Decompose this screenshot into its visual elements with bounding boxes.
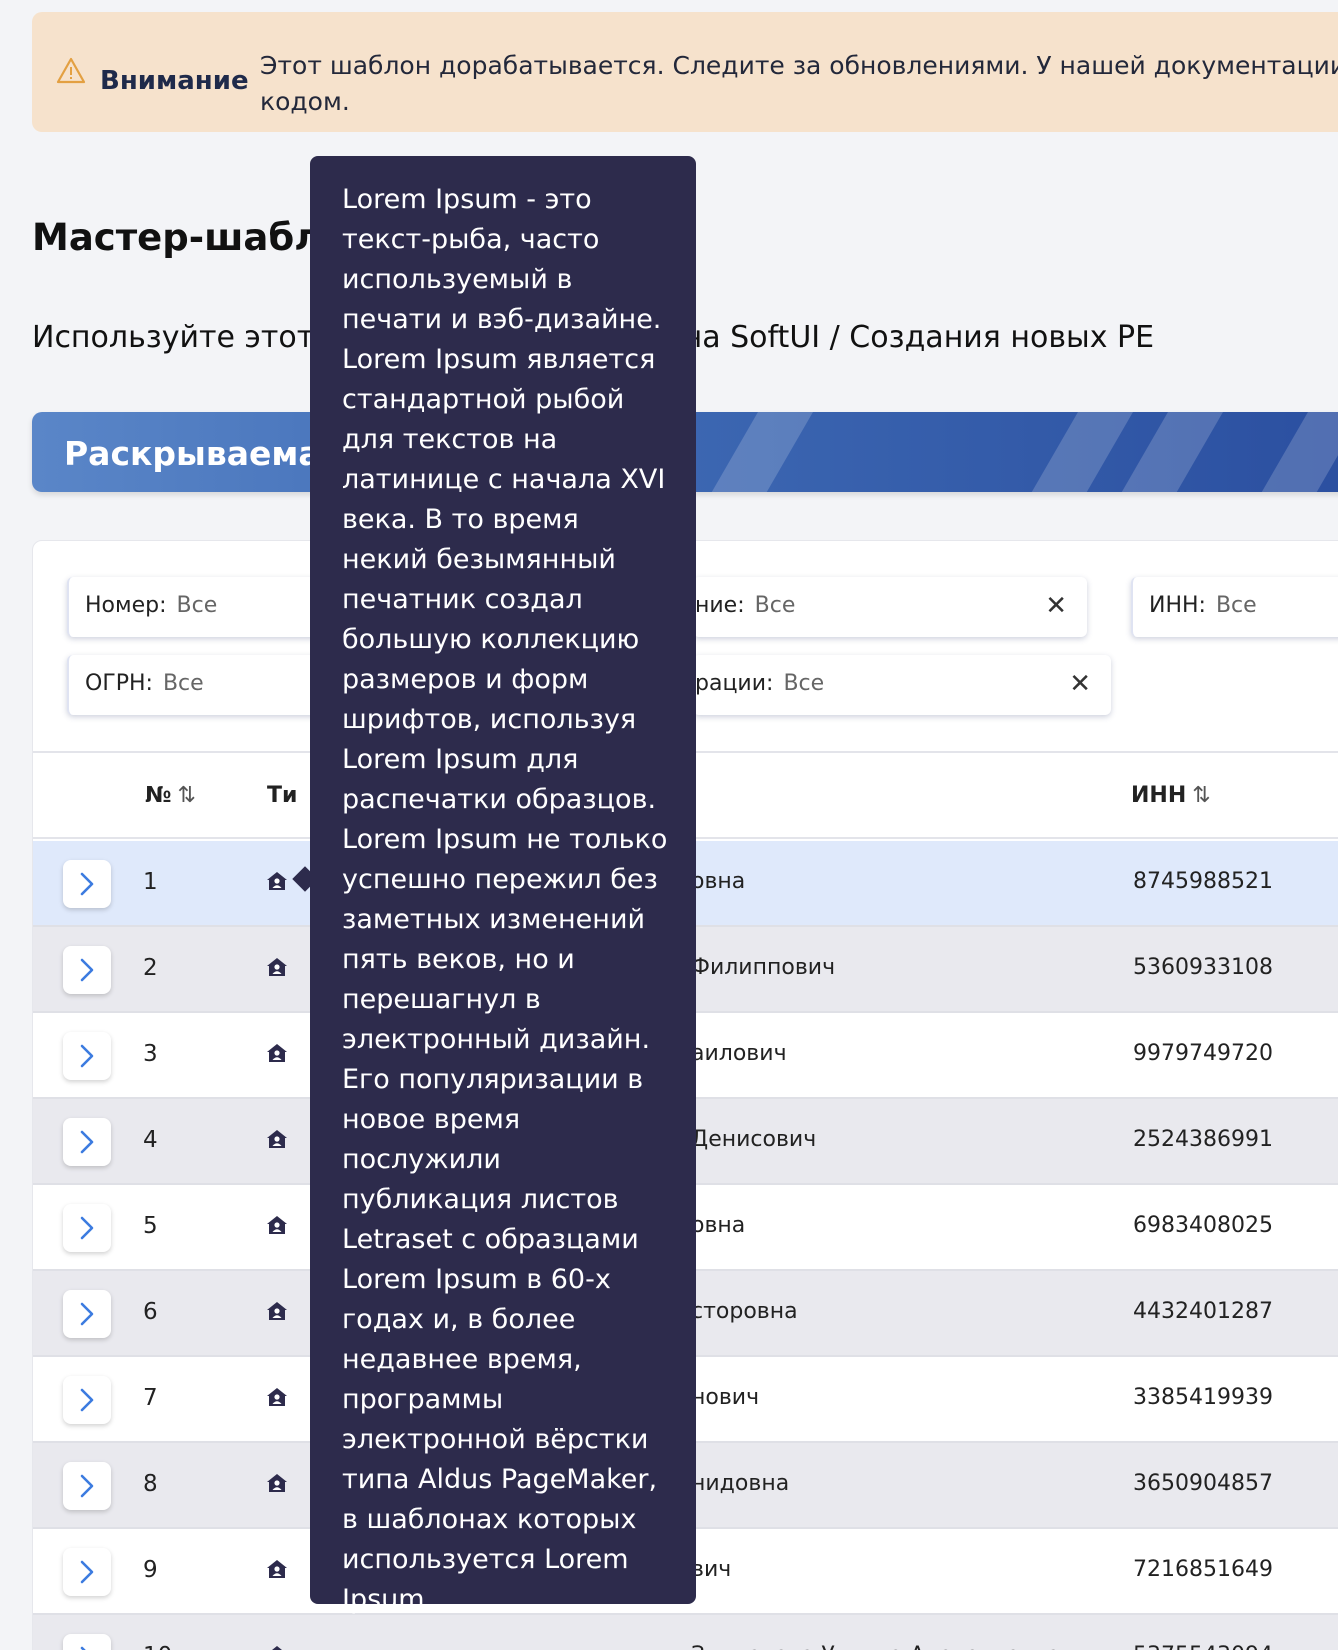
cell-number: 10	[143, 1643, 172, 1650]
cell-number: 2	[143, 955, 158, 981]
chevron-right-icon	[80, 1216, 94, 1240]
building-person-icon	[272, 1646, 282, 1650]
cell-inn: 2524386991	[1133, 1127, 1273, 1152]
tooltip: Lorem Ipsum - это текст-рыба, часто испо…	[310, 156, 696, 1615]
warning-triangle-icon	[56, 57, 86, 84]
banner-stripe	[1244, 412, 1338, 492]
cell-number: 1	[143, 869, 158, 895]
building-person-icon	[267, 1302, 287, 1320]
column-header-type[interactable]: Ти	[267, 783, 297, 808]
building-person-icon	[267, 872, 287, 890]
cell-number: 3	[143, 1041, 158, 1067]
expand-row-button[interactable]	[63, 1462, 111, 1510]
cell-name: Зиннатова Ульяна Анатольевна	[691, 1643, 1060, 1650]
filter-name[interactable]: ние: Все ✕	[693, 577, 1087, 637]
filter-value: Все	[162, 671, 204, 696]
cell-name: Денисович	[691, 1127, 817, 1152]
expand-row-button[interactable]	[63, 946, 111, 994]
chevron-right-icon	[80, 1388, 94, 1412]
filter-value: Все	[176, 593, 218, 618]
expand-row-button[interactable]	[63, 1032, 111, 1080]
cell-name: нидовна	[691, 1471, 790, 1496]
expand-row-button[interactable]	[63, 1118, 111, 1166]
table-row[interactable]: 10 Зиннатова Ульяна Анатольевна 5375543094	[33, 1615, 1338, 1650]
chevron-right-icon	[80, 1130, 94, 1154]
filter-label: ОГРН:	[85, 671, 153, 696]
cell-name: овна	[691, 869, 746, 894]
expand-row-button[interactable]	[63, 1634, 111, 1650]
expand-row-button[interactable]	[63, 860, 111, 908]
cell-number: 6	[143, 1299, 158, 1325]
banner-stripe	[694, 412, 825, 492]
building-person-icon	[267, 1388, 287, 1406]
cell-inn: 5375543094	[1133, 1643, 1273, 1650]
cell-inn: 8745988521	[1133, 869, 1273, 894]
filter-registration[interactable]: рации: Все ✕	[693, 655, 1111, 715]
building-person-icon	[267, 1474, 287, 1492]
cell-name: овна	[691, 1213, 746, 1238]
expand-row-button[interactable]	[63, 1548, 111, 1596]
expand-row-button[interactable]	[63, 1290, 111, 1338]
chevron-right-icon	[80, 872, 94, 896]
filter-label: рации:	[695, 671, 774, 696]
cell-number: 7	[143, 1385, 158, 1411]
chevron-right-icon	[80, 1474, 94, 1498]
chevron-right-icon	[80, 1302, 94, 1326]
chevron-right-icon	[80, 958, 94, 982]
close-icon[interactable]: ✕	[1045, 591, 1067, 621]
cell-name: Филиппович	[691, 955, 836, 980]
sort-icon[interactable]: ⇅	[177, 783, 195, 808]
cell-inn: 6983408025	[1133, 1213, 1273, 1238]
cell-name: аилович	[691, 1041, 787, 1066]
chevron-right-icon	[80, 1646, 86, 1650]
filter-label: Номер:	[85, 593, 167, 618]
alert-text: Этот шаблон дорабатывается. Следите за о…	[260, 51, 1338, 116]
cell-inn: 9979749720	[1133, 1041, 1273, 1066]
building-person-icon	[267, 958, 287, 976]
building-person-icon	[267, 1560, 287, 1578]
expand-row-button[interactable]	[63, 1376, 111, 1424]
column-header-number[interactable]: № ⇅	[145, 783, 196, 808]
close-icon[interactable]: ✕	[1069, 669, 1091, 699]
alert-title: Внимание	[100, 66, 249, 96]
tooltip-text: Lorem Ipsum - это текст-рыба, часто испо…	[342, 184, 668, 1615]
chevron-right-icon	[80, 1044, 94, 1068]
cell-name: сторовна	[691, 1299, 798, 1324]
cell-inn: 4432401287	[1133, 1299, 1273, 1324]
chevron-right-icon	[80, 1560, 94, 1584]
expand-row-button[interactable]	[63, 1204, 111, 1252]
cell-name: нович	[691, 1385, 760, 1410]
cell-inn: 3385419939	[1133, 1385, 1273, 1410]
cell-inn: 5360933108	[1133, 955, 1273, 980]
cell-number: 4	[143, 1127, 158, 1153]
banner-title: Раскрываемая	[64, 434, 342, 473]
building-person-icon	[267, 1044, 287, 1062]
column-header-inn[interactable]: ИНН ⇅	[1131, 783, 1211, 808]
filter-inn[interactable]: ИНН: Все	[1131, 577, 1338, 637]
cell-number: 9	[143, 1557, 158, 1583]
building-person-icon	[267, 1130, 287, 1148]
cell-number: 5	[143, 1213, 158, 1239]
filter-label: ние:	[695, 593, 745, 618]
warning-alert: Внимание Этот шаблон дорабатывается. Сле…	[32, 12, 1338, 132]
banner-stripe	[1014, 412, 1145, 492]
cell-number: 8	[143, 1471, 158, 1497]
filter-value: Все	[754, 593, 796, 618]
filter-value: Все	[783, 671, 825, 696]
filter-label: ИНН:	[1149, 593, 1206, 618]
cell-inn: 7216851649	[1133, 1557, 1273, 1582]
cell-name: вич	[691, 1557, 732, 1582]
building-person-icon	[267, 1216, 287, 1234]
sort-icon[interactable]: ⇅	[1192, 783, 1210, 808]
cell-inn: 3650904857	[1133, 1471, 1273, 1496]
filter-value: Все	[1215, 593, 1257, 618]
